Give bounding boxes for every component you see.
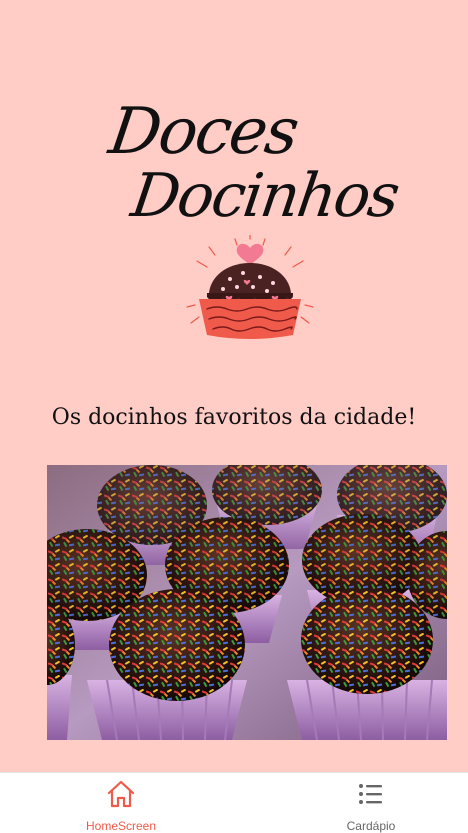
- bottom-tab-bar: HomeScreen Cardápio: [0, 772, 468, 833]
- hero-image: [47, 465, 447, 740]
- brigadeiro-photo-icon: [47, 465, 447, 740]
- brand-title: Doces Docinhos: [105, 95, 402, 245]
- tab-cardapio-label: Cardápio: [346, 819, 396, 833]
- cupcake-icon: [186, 235, 314, 339]
- home-screen: Doces Docinhos Os docinhos favoritos da …: [0, 0, 468, 772]
- tagline: Os docinhos favoritos da cidade!: [51, 405, 417, 430]
- brand-title-line1: Doces: [104, 95, 302, 169]
- tab-cardapio[interactable]: Cardápio: [254, 773, 468, 833]
- home-icon: [107, 780, 135, 808]
- tab-homescreen-label: HomeScreen: [85, 819, 157, 833]
- brand-title-line2: Docinhos: [127, 161, 403, 231]
- tab-homescreen[interactable]: HomeScreen: [4, 773, 238, 833]
- list-icon: [359, 784, 382, 804]
- brand-logo: Doces Docinhos: [105, 95, 402, 345]
